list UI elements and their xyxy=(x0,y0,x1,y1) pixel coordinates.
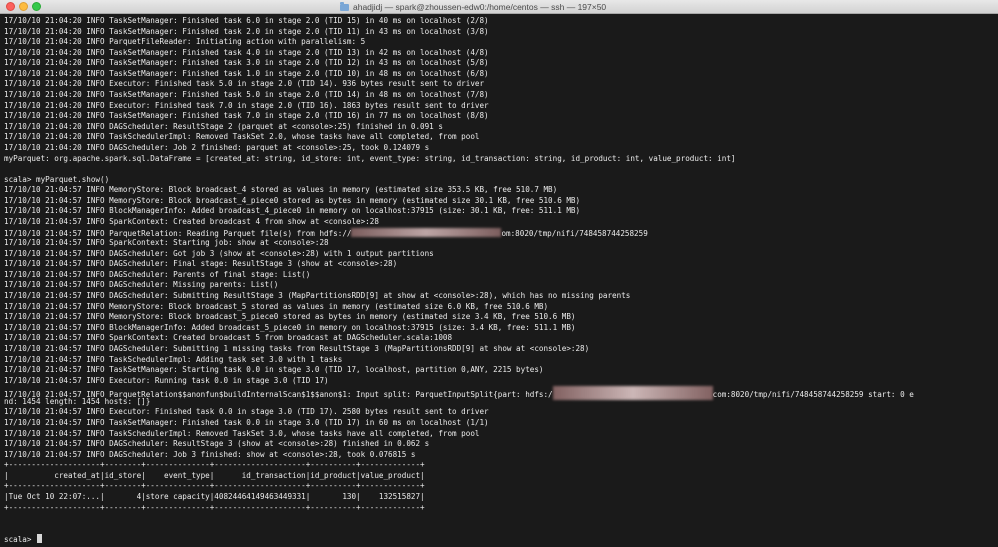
terminal-line: 17/10/10 21:04:57 INFO DAGScheduler: Fin… xyxy=(4,259,398,269)
terminal-line: 17/10/10 21:04:57 INFO DAGScheduler: Res… xyxy=(4,439,430,449)
terminal-line: 17/10/10 21:04:20 INFO TaskSetManager: F… xyxy=(4,47,489,57)
terminal-line: 17/10/10 21:04:20 INFO TaskSetManager: F… xyxy=(4,26,489,36)
terminal-line: 17/10/10 21:04:20 INFO TaskSetManager: F… xyxy=(4,111,489,121)
terminal-line: 17/10/10 21:04:57 INFO MemoryStore: Bloc… xyxy=(4,312,576,322)
redacted-hostname xyxy=(351,227,502,237)
terminal-line: 17/10/10 21:04:57 INFO MemoryStore: Bloc… xyxy=(4,195,581,205)
terminal-line: 17/10/10 21:04:57 INFO ParquetRelation: … xyxy=(4,227,994,239)
terminal-line: 17/10/10 21:04:57 INFO DAGScheduler: Sub… xyxy=(4,343,590,353)
terminal-line-text: com:8020/tmp/nifi/748458744258259 start:… xyxy=(712,390,914,400)
window-size: 197×50 xyxy=(577,2,607,12)
terminal-line: 17/10/10 21:04:57 INFO SparkContext: Sta… xyxy=(4,238,329,248)
terminal-line: 17/10/10 21:04:20 INFO TaskSetManager: F… xyxy=(4,68,489,78)
window-title-text: ahadjidj — spark@zhoussen-edw0:/home/cen… xyxy=(353,2,565,12)
window-title: ahadjidj — spark@zhoussen-edw0:/home/cen… xyxy=(340,0,606,14)
terminal-line: 17/10/10 21:04:20 INFO DAGScheduler: Job… xyxy=(4,142,430,152)
table-border: +--------------------+--------+---------… xyxy=(4,481,425,491)
terminal-line: 17/10/10 21:04:57 INFO DAGScheduler: Got… xyxy=(4,248,434,258)
text-cursor xyxy=(37,534,43,544)
terminal-line: 17/10/10 21:04:20 INFO Executor: Finishe… xyxy=(4,79,485,89)
terminal-line-text: 17/10/10 21:04:57 INFO ParquetRelation: … xyxy=(4,228,352,238)
terminal-line: myParquet: org.apache.spark.sql.DataFram… xyxy=(4,153,736,163)
terminal-line: 17/10/10 21:04:20 INFO TaskSetManager: F… xyxy=(4,90,489,100)
terminal-line: 17/10/10 21:04:57 INFO SparkContext: Cre… xyxy=(4,216,379,226)
terminal-line: 17/10/10 21:04:57 INFO SparkContext: Cre… xyxy=(4,333,453,343)
table-border: +--------------------+--------+---------… xyxy=(4,460,425,470)
scala-prompt[interactable]: scala> xyxy=(4,534,994,545)
terminal-output[interactable]: 17/10/10 21:04:20 INFO TaskSetManager: F… xyxy=(4,16,994,547)
terminal-line: 17/10/10 21:04:57 INFO TaskSchedulerImpl… xyxy=(4,354,343,364)
terminal-line: 17/10/10 21:04:57 INFO DAGScheduler: Sub… xyxy=(4,291,631,301)
prompt-text: scala> xyxy=(4,535,37,545)
table-border: +--------------------+--------+---------… xyxy=(4,502,425,512)
terminal-line: 17/10/10 21:04:57 INFO DAGScheduler: Job… xyxy=(4,449,416,459)
folder-icon xyxy=(340,1,349,11)
terminal-line: 17/10/10 21:04:57 INFO DAGScheduler: Mis… xyxy=(4,280,279,290)
terminal-line: 17/10/10 21:04:57 INFO BlockManagerInfo:… xyxy=(4,206,581,216)
terminal-line: 17/10/10 21:04:20 INFO TaskSetManager: F… xyxy=(4,16,489,25)
minimize-button[interactable] xyxy=(19,2,28,11)
terminal-line-text: om:8020/tmp/nifi/748458744258259 xyxy=(501,228,648,238)
redacted-hostname xyxy=(552,386,713,401)
terminal-line: 17/10/10 21:04:57 INFO BlockManagerInfo:… xyxy=(4,322,576,332)
terminal-line: 17/10/10 21:04:57 INFO Executor: Finishe… xyxy=(4,407,489,417)
terminal-line: 17/10/10 21:04:20 INFO TaskSchedulerImpl… xyxy=(4,132,480,142)
title-bar[interactable]: ahadjidj — spark@zhoussen-edw0:/home/cen… xyxy=(0,0,998,14)
table-row: |Tue Oct 10 22:07:...| 4|store capacity|… xyxy=(4,492,425,502)
terminal-line: 17/10/10 21:04:20 INFO ParquetFileReader… xyxy=(4,37,366,47)
terminal-line: 17/10/10 21:04:20 INFO TaskSetManager: F… xyxy=(4,58,489,68)
terminal-line: 17/10/10 21:04:57 INFO TaskSetManager: F… xyxy=(4,417,489,427)
terminal-line: 17/10/10 21:04:57 INFO TaskSchedulerImpl… xyxy=(4,428,480,438)
terminal-line: 17/10/10 21:04:57 INFO ParquetRelation$$… xyxy=(4,386,994,401)
terminal-line: 17/10/10 21:04:57 INFO TaskSetManager: S… xyxy=(4,365,544,375)
zoom-button[interactable] xyxy=(32,2,41,11)
scala-prompt-line: scala> myParquet.show() xyxy=(4,174,110,184)
terminal-line: 17/10/10 21:04:57 INFO Executor: Running… xyxy=(4,375,329,385)
table-header-row: | created_at|id_store| event_type| id_tr… xyxy=(4,470,425,480)
terminal-line: 17/10/10 21:04:20 INFO Executor: Finishe… xyxy=(4,100,489,110)
terminal-line: 17/10/10 21:04:57 INFO MemoryStore: Bloc… xyxy=(4,185,558,195)
terminal-line: 17/10/10 21:04:57 INFO MemoryStore: Bloc… xyxy=(4,301,549,311)
terminal-window: ahadjidj — spark@zhoussen-edw0:/home/cen… xyxy=(0,0,998,547)
terminal-line: 17/10/10 21:04:20 INFO DAGScheduler: Res… xyxy=(4,121,443,131)
close-button[interactable] xyxy=(6,2,15,11)
terminal-line: 17/10/10 21:04:57 INFO DAGScheduler: Par… xyxy=(4,269,311,279)
